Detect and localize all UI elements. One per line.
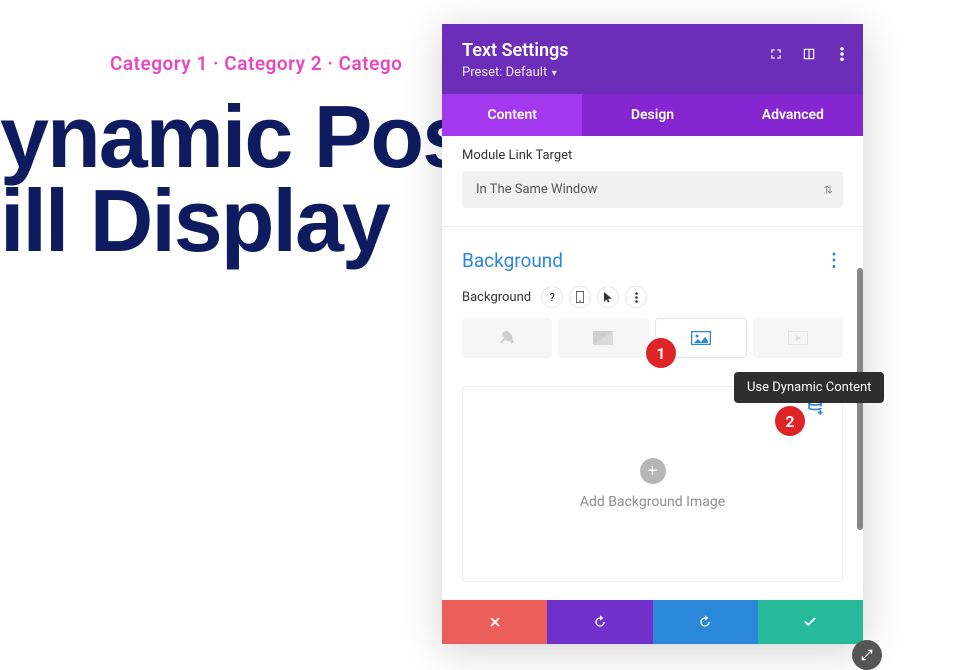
phone-icon[interactable] [569, 286, 591, 308]
panel-header: Text Settings Preset: Default ▾ [442, 24, 863, 94]
dynamic-content-tooltip: Use Dynamic Content [734, 372, 884, 403]
link-target-value: In The Same Window [476, 182, 597, 197]
bg-tab-color[interactable] [462, 318, 552, 358]
save-button[interactable] [758, 600, 863, 644]
cancel-button[interactable] [442, 600, 547, 644]
link-target-label: Module Link Target [462, 148, 843, 163]
title-line-2: ill Display [0, 179, 496, 263]
background-controls-row: Background ? [462, 286, 843, 308]
more-icon[interactable] [834, 46, 849, 61]
row-more-icon[interactable] [625, 286, 647, 308]
category-breadcrumb: Category 1 · Category 2 · Catego [0, 52, 496, 75]
title-line-1: ynamic Post [0, 95, 496, 179]
add-icon: + [640, 458, 666, 484]
select-arrow-icon: ⇅ [824, 183, 833, 196]
redo-button[interactable] [653, 600, 758, 644]
page-title: ynamic Post ill Display [0, 95, 496, 262]
link-target-select[interactable]: In The Same Window ⇅ [462, 171, 843, 208]
expand-icon[interactable] [768, 46, 783, 61]
background-section-title[interactable]: Background [462, 249, 563, 272]
bg-tab-video[interactable] [753, 318, 843, 358]
help-icon[interactable]: ? [541, 286, 563, 308]
background-row-label: Background [462, 290, 531, 305]
chevron-down-icon: ▾ [549, 68, 557, 79]
preset-selector[interactable]: Preset: Default ▾ [462, 65, 843, 80]
expand-fab[interactable] [852, 640, 882, 670]
header-actions [768, 46, 849, 61]
page-background: Category 1 · Category 2 · Catego ynamic … [0, 0, 496, 262]
undo-button[interactable] [547, 600, 652, 644]
bg-tab-gradient[interactable] [558, 318, 648, 358]
dropzone-label: Add Background Image [580, 494, 725, 510]
cursor-icon[interactable] [597, 286, 619, 308]
tab-advanced[interactable]: Advanced [723, 94, 863, 136]
panel-tabs: Content Design Advanced [442, 94, 863, 136]
tab-content[interactable]: Content [442, 94, 582, 136]
annotation-badge-1: 1 [646, 338, 676, 368]
link-section: Module Link Target In The Same Window ⇅ [442, 136, 863, 226]
text-settings-panel: Text Settings Preset: Default ▾ Content … [442, 24, 863, 644]
preset-prefix: Preset: [462, 65, 506, 80]
annotation-badge-2: 2 [775, 406, 805, 436]
tab-design[interactable]: Design [582, 94, 722, 136]
section-more-icon[interactable]: ⋮ [825, 250, 843, 271]
panel-footer [442, 600, 863, 644]
layout-icon[interactable] [801, 46, 816, 61]
panel-body: Module Link Target In The Same Window ⇅ … [442, 136, 863, 600]
preset-value: Default [506, 65, 548, 80]
